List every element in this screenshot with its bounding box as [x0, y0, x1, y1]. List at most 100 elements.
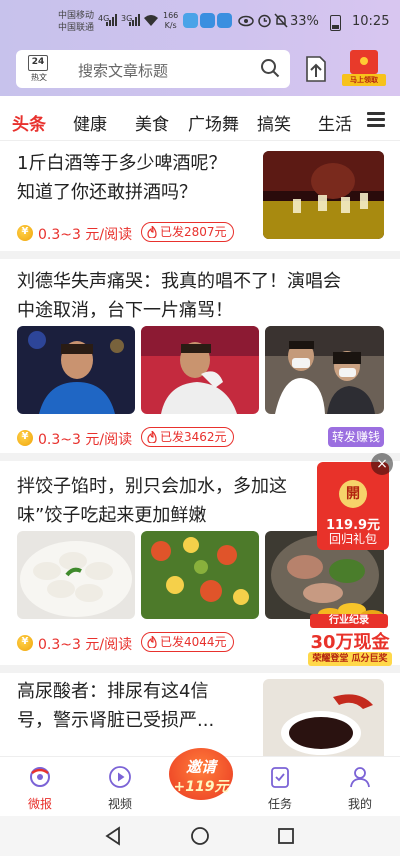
- feed-separator: [0, 453, 400, 461]
- article-card[interactable]: 1斤白酒等于多少啤酒呢？ 知道了你还敢拼酒吗？ 0.3~3 元/阅读 已发280…: [0, 141, 400, 251]
- red-packet-button[interactable]: 马上领取: [342, 50, 386, 86]
- article-title[interactable]: 刘德华失声痛哭：我真的唱不了！演唱会 中途取消，台下一片痛骂！: [17, 267, 341, 325]
- paid-out-badge: 已发3462元: [141, 427, 234, 447]
- paid-out-badge: 已发2807元: [141, 222, 234, 242]
- gift-label: 回归礼包: [328, 532, 377, 546]
- reward-value: 0.3~3: [38, 227, 81, 243]
- coin-icon: [17, 430, 33, 446]
- article-card[interactable]: 刘德华失声痛哭：我真的唱不了！演唱会 中途取消，台下一片痛骂！ 0.3~3 元/…: [0, 259, 400, 453]
- reward-unit: 元/阅读: [85, 432, 133, 448]
- tab-funny[interactable]: 搞笑: [257, 110, 291, 135]
- forward-earn-tag[interactable]: 转发赚钱: [328, 427, 384, 447]
- article-title-line: 刘德华失声痛哭：我真的唱不了！演唱会: [17, 271, 341, 292]
- recents-icon[interactable]: [277, 827, 295, 845]
- eye-icon: [238, 15, 254, 27]
- article-title-line: 高尿酸者：排尿有这4信: [17, 681, 209, 702]
- network-speed: 166 K/s: [163, 11, 178, 31]
- carrier-1: 中国移动: [58, 11, 95, 21]
- tab-square-dance[interactable]: 广场舞: [188, 110, 239, 135]
- paid-out-text: 已发2807元: [160, 225, 227, 239]
- article-title-line: 味”饺子吃起来更加鲜嫩: [17, 505, 207, 526]
- article-image: [141, 326, 259, 414]
- share-upload-icon[interactable]: [303, 55, 329, 83]
- article-thumbnail: [263, 151, 384, 239]
- system-nav-bar: [0, 816, 400, 856]
- speed-value: 166: [163, 11, 179, 20]
- article-title[interactable]: 高尿酸者：排尿有这4信 号，警示肾脏已受损严...: [17, 677, 214, 735]
- feed-separator: [0, 251, 400, 259]
- invite-label: 邀请: [185, 758, 216, 776]
- task-clipboard-icon: [271, 767, 289, 788]
- tab-food[interactable]: 美食: [135, 110, 169, 135]
- invite-button[interactable]: 邀请 +119元: [163, 744, 239, 802]
- search-icon[interactable]: [260, 58, 280, 78]
- nav-label: 视频: [107, 797, 132, 811]
- article-image: [141, 531, 259, 619]
- play-icon: [109, 766, 131, 788]
- reward-unit: 元/阅读: [85, 227, 133, 243]
- article-image: [17, 531, 135, 619]
- nav-label: 微报: [27, 797, 52, 811]
- hot-articles-button[interactable]: 24 热文: [26, 55, 52, 83]
- search-bar[interactable]: 24 热文 搜索文章标题: [16, 50, 290, 88]
- nav-weibao[interactable]: 微报: [10, 757, 70, 817]
- notification-app-icon-2: [200, 13, 215, 28]
- signal-icon-2: [129, 14, 140, 26]
- category-tabs: 头条 健康 美食 广场舞 搞笑 生活: [0, 102, 400, 140]
- article-title-line: 1斤白酒等于多少啤酒呢？: [17, 153, 227, 174]
- wifi-icon: [144, 15, 158, 26]
- article-title-line: 中途取消，台下一片痛骂！: [17, 300, 233, 321]
- alarm-icon: [258, 14, 271, 28]
- paid-out-badge: 已发4044元: [141, 632, 234, 652]
- tab-headlines[interactable]: 头条: [12, 110, 46, 135]
- reward-info: 0.3~3 元/阅读: [38, 634, 132, 654]
- signal-icon: [106, 14, 117, 26]
- news-circle-icon: [30, 767, 50, 787]
- calendar-icon: 24: [28, 55, 48, 71]
- close-ad-button[interactable]: ×: [371, 453, 393, 475]
- article-image: [265, 326, 384, 414]
- notification-app-icon-3: [217, 13, 232, 28]
- red-packet-icon: [350, 50, 378, 74]
- nav-label: 任务: [267, 797, 292, 811]
- nav-video[interactable]: 视频: [90, 757, 150, 817]
- carrier-labels: 中国移动 中国联通: [58, 10, 94, 34]
- paid-out-text: 已发3462元: [160, 430, 227, 444]
- nav-tasks[interactable]: 任务: [250, 757, 310, 817]
- article-title-line: 号，警示肾脏已受损严...: [17, 710, 215, 731]
- tab-health[interactable]: 健康: [73, 110, 107, 135]
- carrier-2: 中国联通: [58, 23, 95, 33]
- back-icon[interactable]: [104, 826, 122, 846]
- flame-icon: [147, 431, 157, 443]
- reward-info: 0.3~3 元/阅读: [38, 224, 132, 244]
- search-input[interactable]: 搜索文章标题: [78, 60, 168, 81]
- hot-articles-label: 热文: [31, 73, 47, 82]
- cash-promo-ad[interactable]: 行业纪录 30万现金 荣耀登堂 瓜分巨奖: [300, 596, 394, 668]
- notification-app-icon: [183, 13, 198, 28]
- menu-icon[interactable]: [367, 112, 385, 128]
- cash-ad-line3: 荣耀登堂 瓜分巨奖: [308, 652, 392, 666]
- reward-unit: 元/阅读: [85, 637, 133, 653]
- return-gift-red-packet[interactable]: 開 119.9元 回归礼包: [317, 462, 389, 550]
- article-title[interactable]: 1斤白酒等于多少啤酒呢？ 知道了你还敢拼酒吗？: [17, 149, 226, 207]
- battery-percent: 33%: [290, 14, 319, 29]
- reward-value: 0.3~3: [38, 637, 81, 653]
- flame-icon: [147, 226, 157, 238]
- article-image: [17, 326, 135, 414]
- cash-ad-line1: 行业纪录: [310, 614, 388, 628]
- home-icon[interactable]: [190, 826, 210, 846]
- reward-info: 0.3~3 元/阅读: [38, 429, 132, 449]
- battery-icon: [330, 15, 341, 31]
- article-title-line: 知道了你还敢拼酒吗？: [17, 182, 197, 203]
- mute-bell-icon: [274, 13, 288, 28]
- flame-icon: [147, 636, 157, 648]
- nav-profile[interactable]: 我的: [330, 757, 390, 817]
- tab-life[interactable]: 生活: [318, 110, 352, 135]
- status-bar: 中国移动 中国联通 4G 3G 166 K/s 33% 10:25: [0, 0, 400, 44]
- article-title[interactable]: 拌饺子馅时，别只会加水，多加这 味”饺子吃起来更加鲜嫩: [17, 472, 287, 530]
- user-icon: [350, 767, 370, 788]
- red-packet-label: 马上领取: [342, 74, 386, 86]
- clock: 10:25: [352, 14, 390, 29]
- paid-out-text: 已发4044元: [160, 635, 227, 649]
- coin-icon: [17, 225, 33, 241]
